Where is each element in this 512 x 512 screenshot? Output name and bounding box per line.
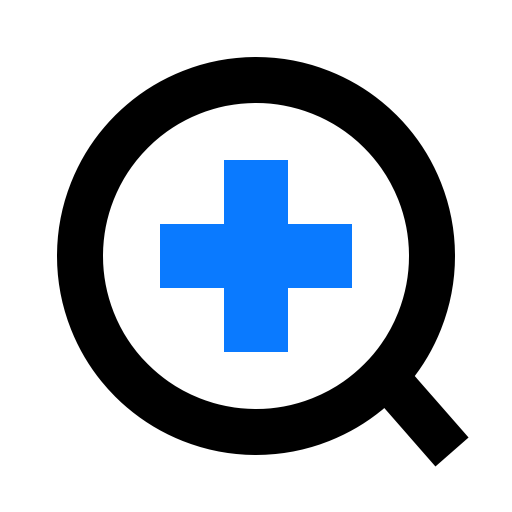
magnifier-handle: [379, 373, 469, 467]
plus-horizontal-bar: [160, 224, 352, 288]
zoom-in-icon-canvas: [0, 0, 512, 512]
zoom-in-icon[interactable]: [0, 0, 512, 512]
